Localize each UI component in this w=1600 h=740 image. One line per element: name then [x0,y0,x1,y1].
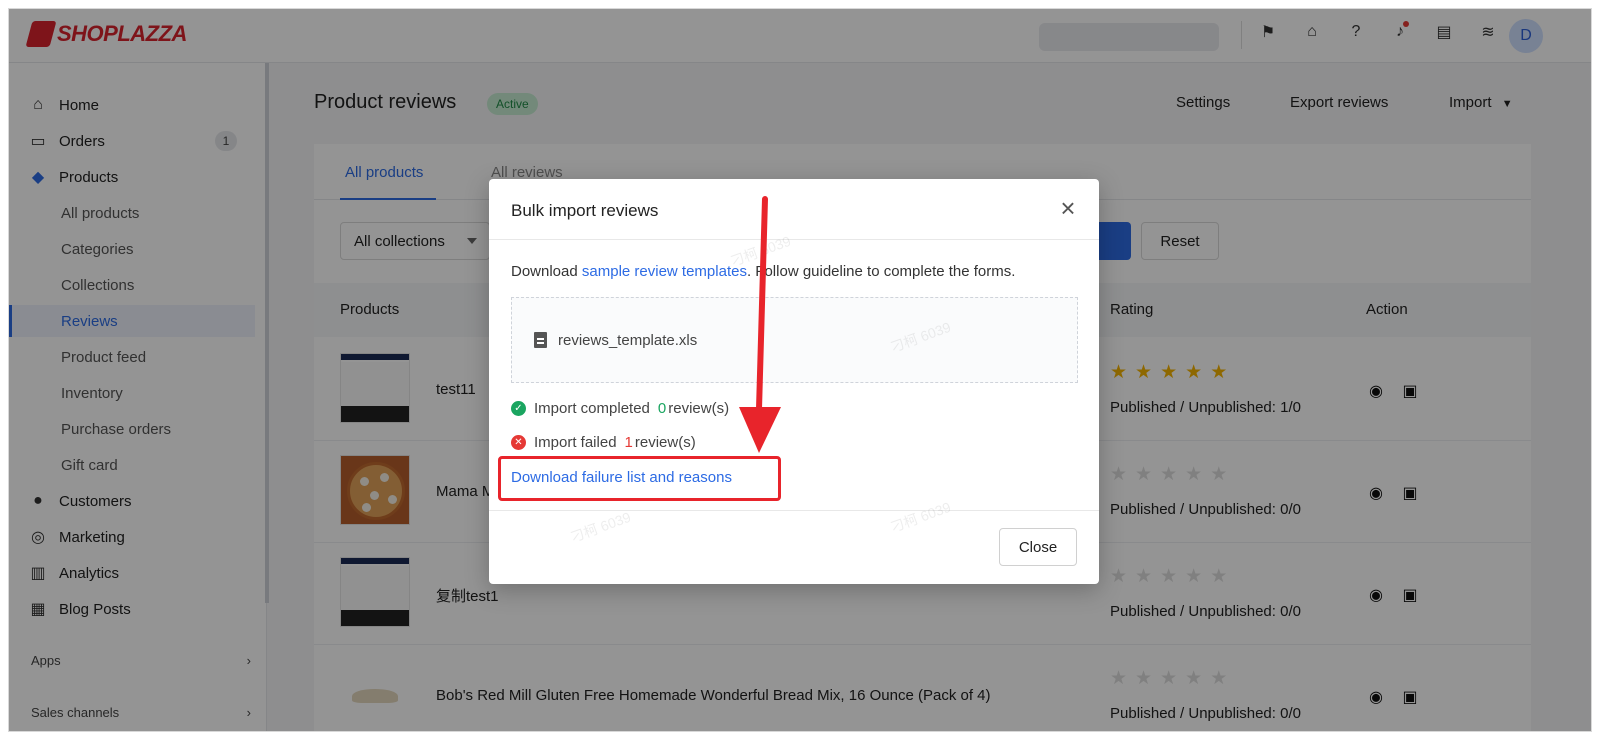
close-icon[interactable]: × [1055,195,1081,221]
status-label: Import completed [534,400,650,417]
status-label: Import failed [534,434,617,451]
modal-title: Bulk import reviews [511,201,659,220]
watermark: 刁柯 6039 [888,498,953,536]
file-upload-area[interactable]: reviews_template.xls [511,297,1078,383]
watermark: 刁柯 6039 [568,508,633,546]
download-failure-list-link[interactable]: Download failure list and reasons [511,469,732,486]
close-button[interactable]: Close [999,528,1077,566]
uploaded-file-name: reviews_template.xls [558,332,698,349]
divider [489,239,1099,240]
file-icon [534,332,547,348]
guide-prefix: Download [511,263,582,280]
sample-templates-link[interactable]: sample review templates [582,263,747,280]
error-circle-icon: ✕ [511,435,526,450]
failed-count: 1 [624,434,633,451]
completed-count: 0 [657,400,667,417]
app-window: SHOPLAZZA ⚑ ⌂ ? ♪ ▤ ≋ D ⌂ Home ▭ Orders … [8,8,1592,732]
import-failed-status: ✕ Import failed 1 review(s) [511,434,696,451]
bulk-import-modal: Bulk import reviews × Download sample re… [489,179,1099,584]
import-completed-status: ✓ Import completed 0 review(s) [511,400,729,417]
guide-suffix: . Follow guideline to complete the forms… [746,263,1016,280]
reviews-unit: review(s) [668,400,730,417]
divider [489,510,1099,511]
template-guide-text: Download sample review templates. Follow… [511,263,1015,280]
reviews-unit: review(s) [634,434,696,451]
check-circle-icon: ✓ [511,401,526,416]
